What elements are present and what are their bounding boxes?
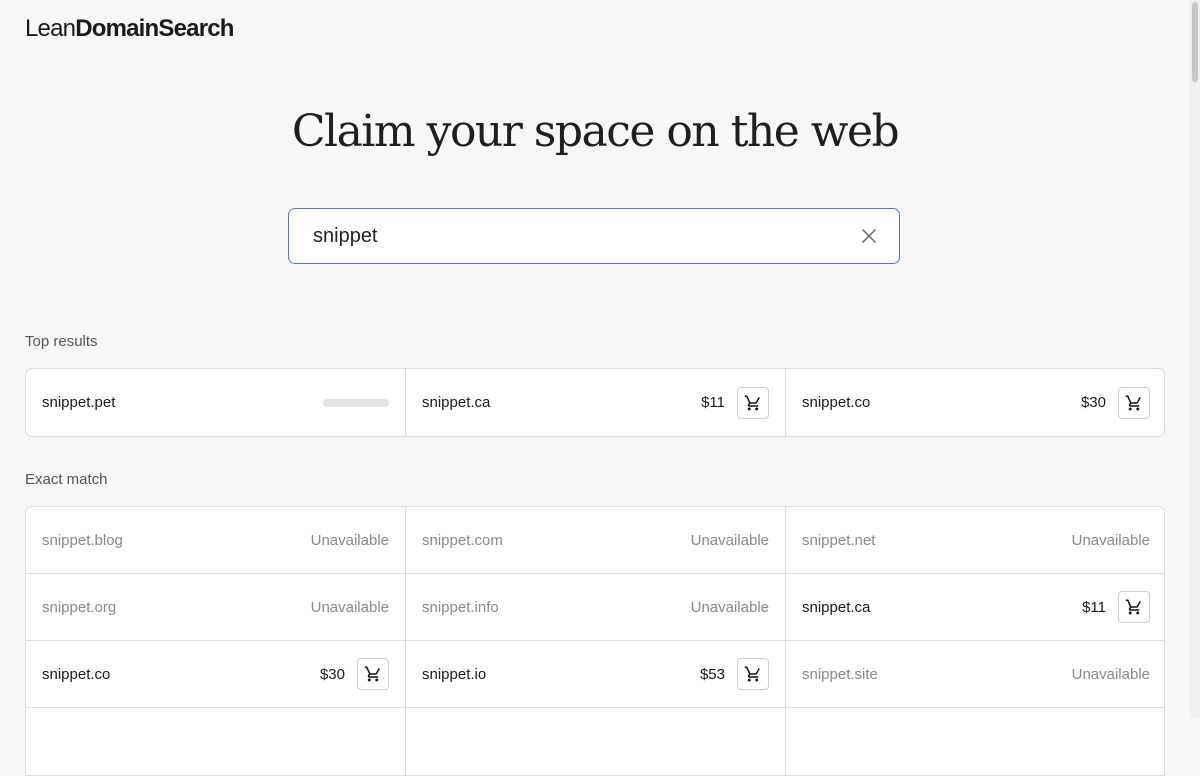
cart-icon [744, 665, 762, 683]
scrollbar[interactable] [1190, 0, 1200, 718]
domain-result-cell: snippet.pet [26, 369, 406, 436]
domain-name: snippet.site [802, 665, 878, 683]
exact-match-grid: snippet.blog Unavailable snippet.com Unavai… [25, 506, 1165, 776]
price-label: $11 [1082, 598, 1106, 616]
domain-result-cell[interactable]: snippet.ca $11 [786, 574, 1164, 641]
status-label: Unavailable [1071, 531, 1150, 549]
search-input[interactable] [289, 209, 859, 263]
domain-result-cell[interactable]: snippet.io $53 [406, 641, 786, 708]
status-label: Unavailable [690, 598, 769, 616]
status-label: Unavailable [690, 531, 769, 549]
add-to-cart-button[interactable] [357, 658, 389, 690]
cart-icon [364, 665, 382, 683]
domain-result-cell: snippet.net Unavailable [786, 507, 1164, 574]
add-to-cart-button[interactable] [737, 386, 769, 419]
domain-result-cell: snippet.org Unavailable [26, 574, 406, 641]
domain-name: snippet.ca [802, 598, 871, 616]
domain-result-cell[interactable]: snippet.ca $11 [406, 369, 786, 436]
search-box [288, 208, 900, 264]
exact-match-label: Exact match [25, 471, 108, 488]
domain-result-cell-partial [786, 708, 1164, 775]
domain-name: snippet.net [802, 531, 876, 549]
domain-name: snippet.blog [42, 531, 123, 549]
logo[interactable]: LeanDomainSearch [25, 14, 234, 44]
domain-result-cell: snippet.com Unavailable [406, 507, 786, 574]
domain-result-cell: snippet.site Unavailable [786, 641, 1164, 708]
price-label: $30 [319, 665, 345, 683]
status-label: Unavailable [310, 531, 389, 549]
logo-domainsearch: DomainSearch [75, 15, 234, 42]
cart-icon [1125, 598, 1143, 616]
status-label: Unavailable [310, 598, 389, 616]
top-results-label: Top results [25, 333, 98, 350]
add-to-cart-button[interactable] [737, 658, 769, 690]
domain-result-cell: snippet.info Unavailable [406, 574, 786, 641]
logo-lean: Lean [25, 15, 76, 42]
domain-result-cell: snippet.blog Unavailable [26, 507, 406, 574]
domain-name: snippet.io [422, 665, 487, 683]
domain-name: snippet.ca [422, 394, 491, 411]
domain-result-cell[interactable]: snippet.co $30 [26, 641, 406, 708]
price-label: $11 [701, 394, 725, 411]
loading-placeholder [323, 398, 389, 407]
domain-result-cell-partial [26, 708, 406, 775]
domain-result-cell[interactable]: snippet.co $30 [786, 369, 1164, 436]
domain-name: snippet.co [42, 665, 111, 683]
cart-icon [1125, 394, 1143, 412]
domain-result-cell-partial [406, 708, 786, 775]
domain-name: snippet.com [422, 531, 503, 549]
add-to-cart-button[interactable] [1118, 386, 1150, 419]
page-title: Claim your space on the web [291, 106, 900, 157]
status-label: Unavailable [1071, 665, 1150, 683]
domain-name: snippet.org [42, 598, 117, 616]
price-label: $53 [699, 665, 725, 683]
add-to-cart-button[interactable] [1118, 591, 1150, 623]
domain-name: snippet.co [802, 394, 871, 411]
price-label: $30 [1080, 394, 1106, 411]
domain-name: snippet.pet [42, 394, 116, 411]
domain-name: snippet.info [422, 598, 499, 616]
cart-icon [744, 394, 762, 412]
close-icon[interactable] [859, 226, 879, 246]
top-results-grid: snippet.pet snippet.ca $11 snippet.co $30 [25, 368, 1165, 437]
scrollbar-thumb[interactable] [1192, 2, 1198, 82]
